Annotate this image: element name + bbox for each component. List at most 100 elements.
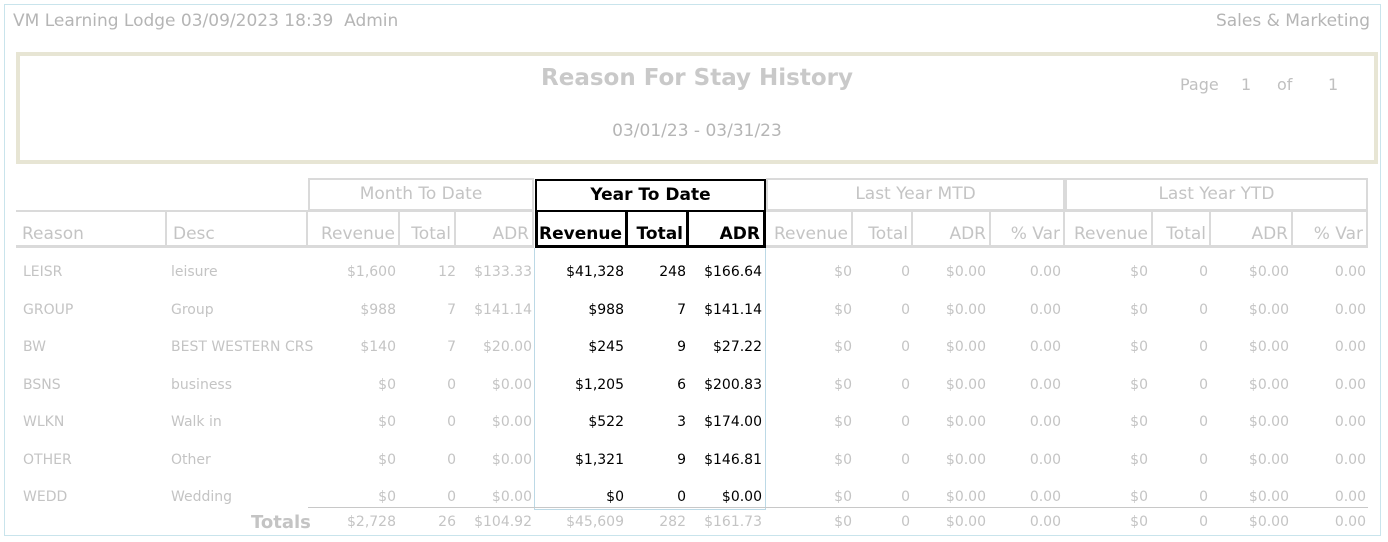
table-cell: $0 (1130, 414, 1148, 430)
table-cell: $245 (588, 339, 624, 355)
table-cell: $0.00 (1248, 339, 1289, 355)
col-header-lyytd-revenue[interactable]: Revenue (1065, 210, 1153, 248)
totals-cell: $0.00 (945, 514, 986, 530)
totals-cell: 282 (659, 514, 686, 530)
table-cell: $0.00 (491, 489, 532, 505)
table-cell: $0 (834, 301, 852, 318)
table-cell: 0.00 (1334, 339, 1366, 355)
table-cell: $522 (588, 414, 624, 430)
col-header-reason[interactable]: Reason (16, 210, 167, 248)
table-cell: 0 (1199, 339, 1208, 355)
table-cell: $0.00 (721, 489, 762, 505)
col-header-lymtd-total[interactable]: Total (853, 210, 913, 248)
table-cell: Wedding (171, 489, 233, 505)
of-label: of (1277, 75, 1293, 94)
table-cell: WLKN (23, 414, 65, 430)
table-cell: BSNS (23, 376, 61, 393)
table-cell: 0.00 (1334, 451, 1366, 468)
table-cell: $0 (834, 489, 852, 505)
table-cell: $1,600 (347, 264, 396, 280)
totals-label: Totals (251, 512, 311, 533)
totals-divider (308, 507, 1368, 508)
table-cell: $0 (378, 489, 396, 505)
table-cell: $133.33 (474, 264, 532, 280)
table-cell: 0 (901, 451, 910, 468)
table-cell: 0 (901, 489, 910, 505)
table-cell: $0.00 (945, 339, 986, 355)
header-module: Sales & Marketing (1215, 11, 1370, 31)
col-header-ytd-adr[interactable]: ADR (689, 210, 766, 248)
table-cell: 0.00 (1029, 489, 1061, 505)
table-cell: $0.00 (491, 451, 532, 468)
totals-cell: 0.00 (1334, 514, 1366, 530)
col-header-lymtd-var[interactable]: % Var (991, 210, 1065, 248)
col-header-mtd-revenue[interactable]: Revenue (308, 210, 400, 248)
table-cell: 0.00 (1334, 264, 1366, 280)
table-cell: 0 (901, 376, 910, 393)
table-cell: Group (171, 301, 214, 318)
table-cell: $146.81 (704, 451, 762, 468)
table-cell: $988 (588, 301, 624, 318)
col-header-lymtd-adr[interactable]: ADR (913, 210, 991, 248)
page-count: 1 (1328, 75, 1339, 94)
table-cell: $0 (378, 376, 396, 393)
page-number: 1 (1241, 75, 1252, 94)
table-row[interactable]: BSNS business $0 0 $0.00 $1,205 6 $200.83 $0 0 $0.… (0, 377, 1388, 414)
table-cell: 0 (901, 301, 910, 318)
table-cell: $0.00 (491, 376, 532, 393)
header-info: VM Learning Lodge 03/09/2023 18:39 Admin (13, 11, 399, 31)
table-cell: Walk in (171, 414, 222, 430)
page-label: Page (1180, 75, 1219, 94)
table-cell: 0 (1199, 489, 1208, 505)
totals-cell: $45,609 (566, 514, 624, 530)
report-title-box: Reason For Stay History 03/01/23 - 03/31… (16, 52, 1378, 164)
col-header-ytd-total[interactable]: Total (628, 210, 689, 248)
table-row[interactable]: WLKN Walk in $0 0 $0.00 $522 3 $174.00 $0 0 $0.00 0… (0, 414, 1388, 451)
table-cell: 7 (447, 301, 456, 318)
table-row[interactable]: LEISR leisure $1,600 12 $133.33 $41,328 248 $16… (0, 264, 1388, 301)
totals-cell: $161.73 (704, 514, 762, 530)
table-cell: 6 (677, 376, 686, 393)
totals-cell: 0.00 (1029, 514, 1061, 530)
table-cell: 248 (659, 264, 686, 280)
col-header-mtd-adr[interactable]: ADR (456, 210, 534, 248)
table-cell: 0.00 (1029, 451, 1061, 468)
table-cell: $1,205 (575, 376, 624, 393)
table-cell: 0.00 (1334, 414, 1366, 430)
col-header-ytd-revenue[interactable]: Revenue (535, 210, 628, 248)
table-cell: $166.64 (704, 264, 762, 280)
table-cell: 0 (901, 339, 910, 355)
table-cell: $0.00 (1248, 376, 1289, 393)
table-cell: 0 (677, 489, 686, 505)
col-header-lyytd-var[interactable]: % Var (1293, 210, 1368, 248)
table-cell: 0.00 (1334, 489, 1366, 505)
table-cell: 0 (447, 451, 456, 468)
col-header-mtd-total[interactable]: Total (400, 210, 456, 248)
table-row[interactable]: GROUP Group $988 7 $141.14 $988 7 $141.14 $0 0 $0.… (0, 302, 1388, 339)
table-cell: $0.00 (945, 451, 986, 468)
col-header-lyytd-total[interactable]: Total (1153, 210, 1211, 248)
table-cell: 0.00 (1334, 301, 1366, 318)
table-cell: $0 (1130, 264, 1148, 280)
totals-cell: $0 (834, 514, 852, 530)
table-cell: 0 (447, 489, 456, 505)
table-cell: $0.00 (945, 489, 986, 505)
table-cell: $20.00 (483, 339, 532, 355)
group-header-mtd: Month To Date (308, 178, 534, 211)
table-cell: $141.14 (474, 301, 532, 318)
table-row[interactable]: BW BEST WESTERN CRS $140 7 $20.00 $245 9 $27.22… (0, 339, 1388, 376)
table-row[interactable]: OTHER Other $0 0 $0.00 $1,321 9 $146.81 $0 0 $0.00… (0, 452, 1388, 489)
table-cell: 0.00 (1334, 376, 1366, 393)
table-cell: $0 (1130, 301, 1148, 318)
col-header-lyytd-adr[interactable]: ADR (1211, 210, 1293, 248)
col-header-desc[interactable]: Desc (167, 210, 308, 248)
table-cell: $0 (1130, 339, 1148, 355)
table-cell: GROUP (23, 301, 74, 318)
table-cell: $0 (834, 376, 852, 393)
table-cell: $0.00 (945, 301, 986, 318)
table-cell: leisure (171, 264, 218, 280)
col-header-lymtd-revenue[interactable]: Revenue (766, 210, 853, 248)
table-cell: $27.22 (713, 339, 762, 355)
table-cell: $0.00 (1248, 489, 1289, 505)
report-title: Reason For Stay History (541, 65, 853, 91)
